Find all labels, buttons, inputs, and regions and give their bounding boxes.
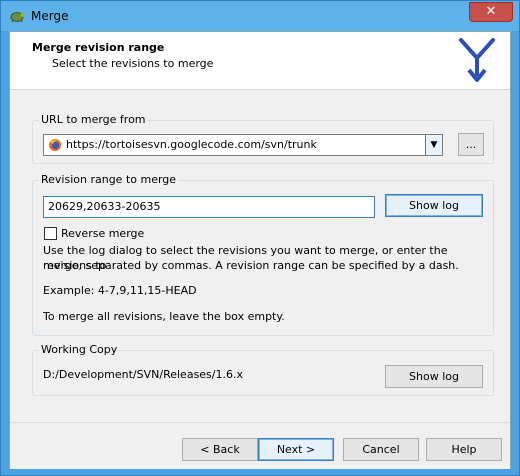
help-button[interactable]: Help <box>426 438 502 461</box>
merge-window: Merge ✕ Merge revision range Select the … <box>0 0 520 476</box>
firefox-icon <box>49 139 61 151</box>
title-bar[interactable]: Merge ✕ <box>1 1 519 31</box>
working-copy-path: D:/Development/SVN/Releases/1.6.x <box>43 368 243 381</box>
tortoisesvn-merge-logo-icon <box>459 38 495 82</box>
page-subtitle: Select the revisions to merge <box>52 57 214 70</box>
close-icon: ✕ <box>485 4 497 19</box>
revision-range-label: Revision range to merge <box>39 173 179 186</box>
working-copy-group: Working Copy D:/Development/SVN/Releases… <box>32 343 494 396</box>
chevron-down-icon: ▼ <box>430 140 438 150</box>
revision-range-group: Revision range to merge 20629,20633-2063… <box>32 173 494 336</box>
window-title: Merge <box>31 9 69 23</box>
empty-hint-text: To merge all revisions, leave the box em… <box>43 310 285 323</box>
example-text: Example: 4-7,9,11,15-HEAD <box>43 284 197 297</box>
working-copy-show-log-button[interactable]: Show log <box>385 365 483 388</box>
cancel-button[interactable]: Cancel <box>343 438 419 461</box>
reverse-merge-checkbox[interactable] <box>44 227 57 240</box>
browse-url-button[interactable]: ... <box>458 133 484 156</box>
revision-range-input[interactable]: 20629,20633-20635 <box>43 196 375 218</box>
next-button[interactable]: Next > <box>258 438 334 461</box>
working-copy-label: Working Copy <box>39 343 120 356</box>
back-button[interactable]: < Back <box>182 438 258 461</box>
url-combobox[interactable]: https://tortoisesvn.googlecode.com/svn/t… <box>43 134 443 156</box>
dialog-client-area: Merge revision range Select the revision… <box>9 31 511 469</box>
wizard-footer: < Back Next > Cancel Help <box>10 422 510 469</box>
url-value: https://tortoisesvn.googlecode.com/svn/t… <box>66 138 317 151</box>
help-text-line2: merge, separated by commas. A revision r… <box>43 259 459 272</box>
reverse-merge-label[interactable]: Reverse merge <box>61 227 144 240</box>
page-title: Merge revision range <box>32 41 165 54</box>
url-dropdown-button[interactable]: ▼ <box>425 135 442 155</box>
url-group-label: URL to merge from <box>39 113 148 126</box>
wizard-header: Merge revision range Select the revision… <box>10 32 510 90</box>
show-log-button[interactable]: Show log <box>385 194 483 217</box>
tortoise-icon <box>10 12 25 23</box>
close-button[interactable]: ✕ <box>469 2 513 22</box>
url-group: URL to merge from https://tortoisesvn.go… <box>32 113 494 164</box>
